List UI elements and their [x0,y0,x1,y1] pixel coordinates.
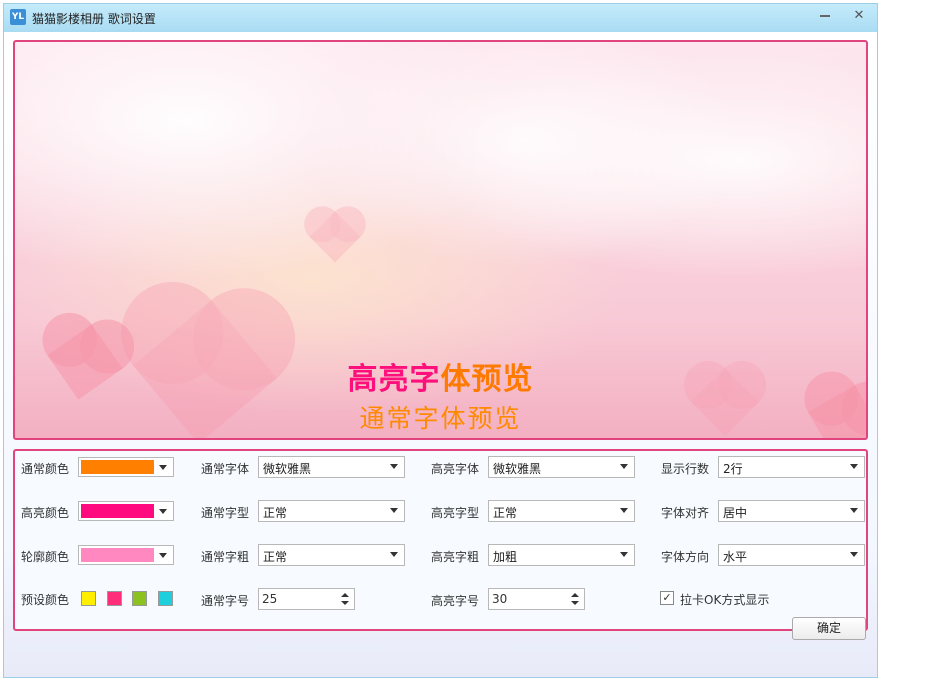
normal-style-select[interactable]: 正常 [258,500,405,522]
karaoke-label[interactable]: 拉卡OK方式显示 [680,591,769,608]
highlight-weight-select[interactable]: 加粗 [488,544,635,566]
font-align-select[interactable]: 居中 [718,500,865,522]
settings-panel: 通常颜色 高亮颜色 轮廓颜色 预设颜色 通常字体 微软雅黑 通常字型 正常 通常… [13,449,868,631]
lyrics-preview-panel: 高亮字体预览 通常字体预览 [13,40,868,440]
preset-color-green[interactable] [132,591,147,606]
minimize-icon [820,14,830,17]
highlight-size-value: 30 [492,592,508,606]
normal-font-label: 通常字体 [201,462,250,476]
highlight-preview-sung: 高亮字 [347,362,441,397]
normal-font-value: 微软雅黑 [263,462,312,476]
highlight-style-label: 高亮字型 [431,506,480,520]
checkmark-icon: ✓ [662,591,672,604]
highlight-color-picker[interactable] [78,501,174,521]
highlight-font-value: 微软雅黑 [493,462,542,476]
chevron-down-icon [159,465,167,470]
preset-color-cyan[interactable] [158,591,173,606]
highlight-weight-value: 加粗 [493,550,518,564]
normal-color-picker[interactable] [78,457,174,477]
highlight-preview-unsung: 体预览 [440,362,534,397]
normal-weight-label: 通常字粗 [201,550,250,564]
highlight-size-spinbox[interactable]: 30 [488,588,585,610]
app-logo-icon: YL [10,9,26,25]
highlight-color-swatch [81,504,154,518]
title-bar[interactable]: YL 猫猫影楼相册 歌词设置 ✕ [4,4,877,32]
normal-font-select[interactable]: 微软雅黑 [258,456,405,478]
normal-style-label: 通常字型 [201,506,250,520]
chevron-down-icon [390,552,398,557]
dialog-body: 高亮字体预览 通常字体预览 通常颜色 高亮颜色 轮廓颜色 预设颜色 通常字体 微… [4,32,877,677]
spin-down-icon[interactable] [341,601,349,605]
highlight-weight-label: 高亮字粗 [431,550,480,564]
highlight-preview-text: 高亮字体预览 [15,354,866,398]
normal-weight-select[interactable]: 正常 [258,544,405,566]
normal-preview-text: 通常字体预览 [359,404,522,433]
normal-color-label: 通常颜色 [21,462,70,476]
spin-up-icon[interactable] [571,593,579,597]
highlight-font-label: 高亮字体 [431,462,480,476]
display-lines-select[interactable]: 2行 [718,456,865,478]
chevron-down-icon [620,552,628,557]
heart-decoration [309,211,361,263]
chevron-down-icon [850,464,858,469]
close-button[interactable]: ✕ [846,6,872,26]
normal-style-value: 正常 [263,506,288,520]
display-lines-label: 显示行数 [661,462,710,476]
chevron-down-icon [850,552,858,557]
preset-colors-label: 预设颜色 [21,593,70,607]
window-title: 猫猫影楼相册 歌词设置 [32,12,156,26]
font-align-label: 字体对齐 [661,506,710,520]
highlight-font-select[interactable]: 微软雅黑 [488,456,635,478]
lyrics-settings-window: YL 猫猫影楼相册 歌词设置 ✕ 高亮字体预览 通常字体预览 通常颜色 高亮颜色 [3,3,878,678]
highlight-size-label: 高亮字号 [431,594,480,608]
font-align-value: 居中 [723,506,748,520]
preset-color-yellow[interactable] [81,591,96,606]
normal-size-label: 通常字号 [201,594,250,608]
outline-color-picker[interactable] [78,545,174,565]
highlight-style-value: 正常 [493,506,518,520]
normal-color-swatch [81,460,154,474]
chevron-down-icon [620,508,628,513]
ok-button[interactable]: 确定 [792,617,866,640]
spin-down-icon[interactable] [571,601,579,605]
chevron-down-icon [390,508,398,513]
spin-up-icon[interactable] [341,593,349,597]
chevron-down-icon [620,464,628,469]
normal-size-value: 25 [262,592,278,606]
chevron-down-icon [159,553,167,558]
normal-weight-value: 正常 [263,550,288,564]
outline-color-swatch [81,548,154,562]
minimize-button[interactable] [812,6,838,26]
highlight-style-select[interactable]: 正常 [488,500,635,522]
normal-size-spinbox[interactable]: 25 [258,588,355,610]
font-direction-value: 水平 [723,550,748,564]
karaoke-checkbox[interactable]: ✓ [660,591,674,605]
outline-color-label: 轮廓颜色 [21,550,70,564]
display-lines-value: 2行 [723,462,743,476]
chevron-down-icon [159,509,167,514]
chevron-down-icon [850,508,858,513]
highlight-color-label: 高亮颜色 [21,506,70,520]
chevron-down-icon [390,464,398,469]
font-direction-select[interactable]: 水平 [718,544,865,566]
preset-color-pink[interactable] [107,591,122,606]
font-direction-label: 字体方向 [661,550,710,564]
close-icon: ✕ [853,8,865,23]
